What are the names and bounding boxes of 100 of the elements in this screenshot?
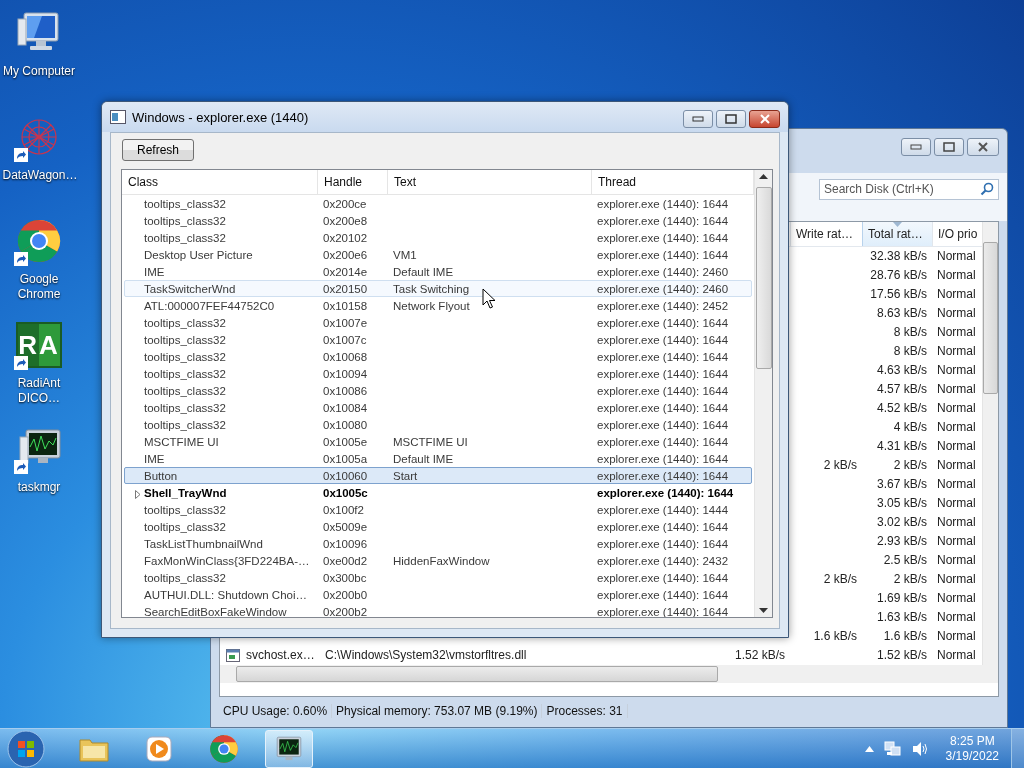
table-row[interactable]: tooltips_class32 0x10068 explorer.exe (1440): 1644 bbox=[124, 348, 752, 365]
table-cell: 0x2014e bbox=[323, 265, 368, 278]
scroll-up-icon[interactable] bbox=[759, 174, 768, 179]
start-button[interactable] bbox=[6, 728, 46, 768]
table-row[interactable]: MSCTFIME UI 0x1005e MSCTFIME UI explorer.exe (1440): 1644 bbox=[124, 433, 752, 450]
table-cell: tooltips_class32 bbox=[144, 401, 226, 414]
table-cell: IME bbox=[144, 452, 165, 465]
table-cell: 0x1005a bbox=[323, 452, 368, 465]
table-cell: 0x5009e bbox=[323, 520, 368, 533]
clock[interactable]: 8:25 PM 3/19/2022 bbox=[945, 733, 999, 764]
table-row[interactable]: tooltips_class32 0x10080 explorer.exe (1440): 1644 bbox=[124, 416, 752, 433]
minimize-button[interactable] bbox=[901, 138, 931, 156]
table-cell: explorer.exe (1440): 1644 bbox=[597, 452, 729, 465]
chrome-icon[interactable] bbox=[16, 218, 62, 264]
maximize-button[interactable] bbox=[934, 138, 964, 156]
table-row[interactable]: tooltips_class32 0x10084 explorer.exe (1440): 1644 bbox=[124, 399, 752, 416]
table-row[interactable]: AUTHUI.DLL: Shutdown Choi… 0x200b0 explorer.exe (1440): 1644 bbox=[124, 586, 752, 603]
app-logo[interactable]: RA bbox=[16, 322, 62, 368]
table-cell: explorer.exe (1440): 2460 bbox=[597, 265, 729, 278]
vertical-scrollbar[interactable] bbox=[754, 170, 772, 617]
table-row[interactable]: TaskListThumbnailWnd 0x10096 explorer.exe (1440): 1644 bbox=[124, 535, 752, 552]
minimize-button[interactable] bbox=[683, 110, 713, 128]
table-row[interactable]: Shell_TrayWnd 0x1005c explorer.exe (1440): 1644 bbox=[124, 484, 752, 501]
table-cell: Normal bbox=[937, 648, 976, 663]
show-desktop-button[interactable] bbox=[1011, 729, 1024, 768]
close-button[interactable] bbox=[967, 138, 999, 156]
table-row[interactable]: tooltips_class32 0x10086 explorer.exe (1440): 1644 bbox=[124, 382, 752, 399]
taskbar-button[interactable] bbox=[265, 729, 313, 768]
close-button[interactable] bbox=[749, 110, 780, 128]
horizontal-scrollbar[interactable] bbox=[220, 664, 998, 683]
table-cell: Normal bbox=[937, 477, 976, 492]
desktop-icon-label[interactable]: Google Chrome bbox=[2, 272, 76, 302]
table-cell: Normal bbox=[937, 268, 976, 283]
table-row[interactable]: Desktop User Picture 0x200e6 VM1 explorer.exe (1440): 1644 bbox=[124, 246, 752, 263]
table-cell: explorer.exe (1440): 1644 bbox=[597, 248, 729, 261]
table-cell: tooltips_class32 bbox=[144, 350, 226, 363]
vertical-scrollbar[interactable] bbox=[982, 221, 998, 665]
desktop-icon-label[interactable]: My Computer bbox=[2, 64, 76, 79]
table-cell: 0x200e8 bbox=[323, 214, 368, 227]
table-cell: Task Switching bbox=[393, 282, 470, 295]
table-row[interactable]: ATL:000007FEF44752C0 0x10158 Network Flyout explorer.exe (1440): 2452 bbox=[124, 297, 752, 314]
network-icon[interactable] bbox=[883, 740, 902, 757]
table-cell: Normal bbox=[937, 458, 976, 473]
table-cell: TaskListThumbnailWnd bbox=[144, 537, 263, 550]
expand-arrow-icon[interactable] bbox=[135, 489, 141, 499]
table-row[interactable]: SearchEditBoxFakeWindow 0x200b2 explorer.exe (1440): 1644 bbox=[124, 603, 752, 617]
column-header[interactable]: Handle bbox=[318, 170, 388, 194]
column-header[interactable]: Total rat… bbox=[862, 221, 932, 246]
minimize-icon bbox=[692, 116, 704, 122]
table-row[interactable]: tooltips_class32 0x100f2 explorer.exe (1440): 1444 bbox=[124, 501, 752, 518]
column-header[interactable]: Class bbox=[122, 170, 318, 194]
table-row[interactable]: FaxMonWinClass{3FD224BA-… 0xe00d2 HiddenFaxWindow explorer.exe (1440): 2432 bbox=[124, 552, 752, 569]
table-cell: 2.5 kB/s bbox=[883, 553, 927, 568]
table-cell: 4.63 kB/s bbox=[876, 363, 927, 378]
maximize-button[interactable] bbox=[716, 110, 746, 128]
table-cell: Normal bbox=[937, 553, 976, 568]
table-cell: 3.67 kB/s bbox=[876, 477, 927, 492]
table-row[interactable]: IME 0x1005a Default IME explorer.exe (1440): 1644 bbox=[124, 450, 752, 467]
desktop-icon-label[interactable]: taskmgr bbox=[2, 480, 76, 495]
tray-expand-icon[interactable] bbox=[864, 745, 874, 752]
desktop-icon-label[interactable]: DataWagon… bbox=[2, 168, 76, 183]
table-cell: 2 kB/s bbox=[823, 572, 857, 587]
table-cell: explorer.exe (1440): 2452 bbox=[597, 299, 729, 312]
table-row[interactable]: tooltips_class32 0x300bc explorer.exe (1440): 1644 bbox=[124, 569, 752, 586]
table-row[interactable]: TaskSwitcherWnd 0x20150 Task Switching explorer.exe (1440): 2460 bbox=[124, 280, 752, 297]
clock-time: 8:25 PM bbox=[949, 733, 995, 749]
table-cell: tooltips_class32 bbox=[144, 367, 226, 380]
desktop-icon-label[interactable]: RadiAnt DICO… bbox=[2, 376, 76, 406]
table-row[interactable]: tooltips_class32 0x200ce explorer.exe (1440): 1644 bbox=[124, 195, 752, 212]
table-row[interactable]: IME 0x2014e Default IME explorer.exe (1440): 2460 bbox=[124, 263, 752, 280]
table-cell: 0x1007c bbox=[323, 333, 367, 346]
table-cell: explorer.exe (1440): 1644 bbox=[597, 435, 729, 448]
table-cell: explorer.exe (1440): 1644 bbox=[597, 214, 729, 227]
table-cell: 17.56 kB/s bbox=[870, 287, 927, 302]
table-cell: Normal bbox=[937, 572, 976, 587]
table-row[interactable]: tooltips_class32 0x1007c explorer.exe (1440): 1644 bbox=[124, 331, 752, 348]
table-cell: 0x10094 bbox=[323, 367, 368, 380]
table-cell: Normal bbox=[937, 534, 976, 549]
table-cell: explorer.exe (1440): 1644 bbox=[597, 350, 729, 363]
table-row[interactable]: tooltips_class32 0x20102 explorer.exe (1440): 1644 bbox=[124, 229, 752, 246]
table-cell: 0x200ce bbox=[323, 197, 367, 210]
table-cell: MSCTFIME UI bbox=[144, 435, 219, 448]
table-cell: 0x200b0 bbox=[323, 588, 368, 601]
volume-icon[interactable] bbox=[911, 740, 930, 757]
table-row[interactable]: Button 0x10060 Start explorer.exe (1440): 1644 bbox=[124, 467, 752, 484]
table-cell: explorer.exe (1440): 1644 bbox=[597, 571, 729, 584]
table-cell: Normal bbox=[937, 287, 976, 302]
table-row[interactable]: tooltips_class32 0x5009e explorer.exe (1440): 1644 bbox=[124, 518, 752, 535]
refresh-button[interactable]: Refresh bbox=[122, 139, 194, 161]
table-row[interactable]: tooltips_class32 0x1007e explorer.exe (1440): 1644 bbox=[124, 314, 752, 331]
scroll-down-icon[interactable] bbox=[759, 608, 768, 613]
table-cell: 0x200b2 bbox=[323, 605, 368, 617]
table-row[interactable]: tooltips_class32 0x10094 explorer.exe (1440): 1644 bbox=[124, 365, 752, 382]
table-cell: Normal bbox=[937, 496, 976, 511]
table-row[interactable]: tooltips_class32 0x200e8 explorer.exe (1440): 1644 bbox=[124, 212, 752, 229]
search-field[interactable]: Search Disk (Ctrl+K) bbox=[819, 178, 999, 200]
table-cell: 1.52 kB/s bbox=[734, 648, 785, 663]
column-header[interactable]: Text bbox=[388, 170, 592, 194]
table-cell: Button bbox=[144, 469, 178, 482]
table-cell: explorer.exe (1440): 1644 bbox=[597, 418, 729, 431]
